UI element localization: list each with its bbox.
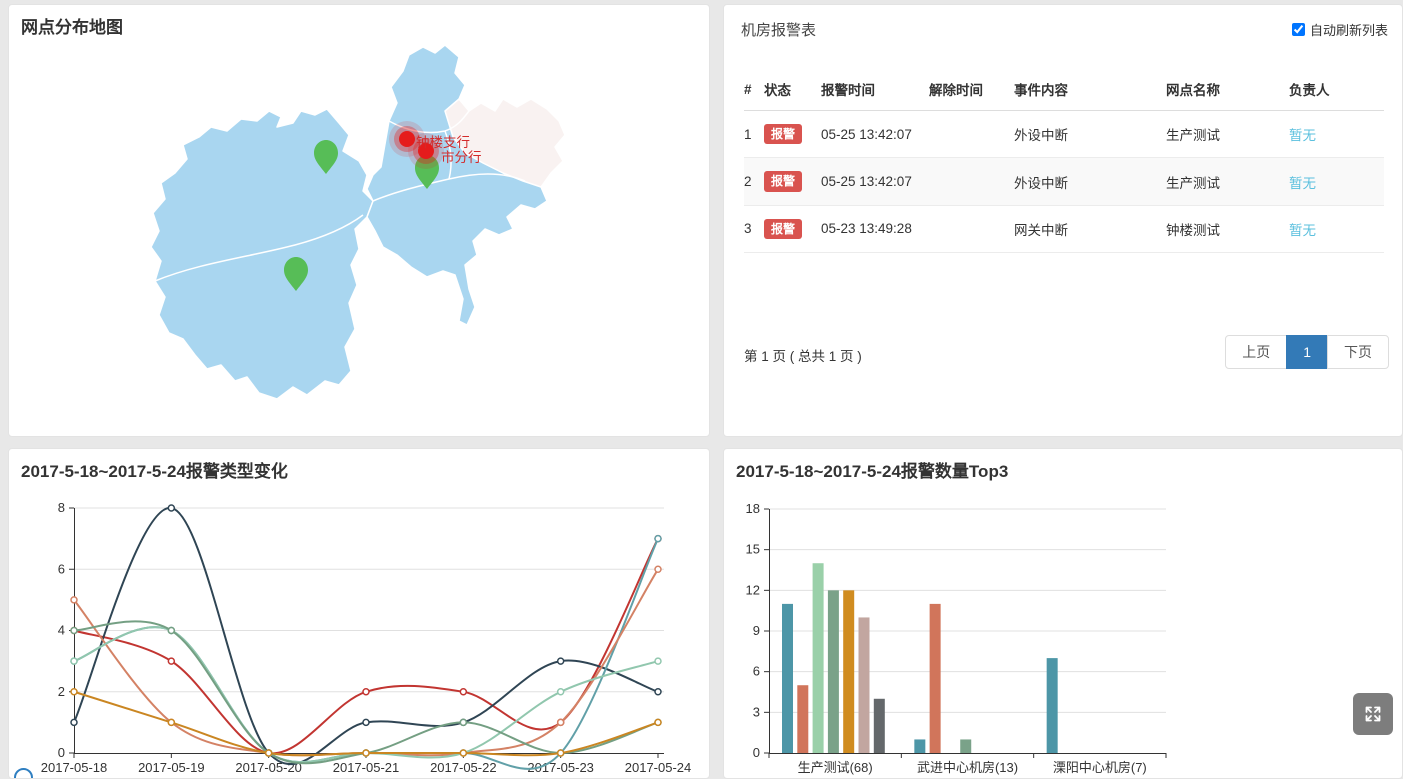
table-row: 3 报警 05-23 13:49:28 网关中断 钟楼测试 暂无: [744, 205, 1384, 252]
svg-text:3: 3: [753, 704, 760, 719]
col-header-alarm-time: 报警时间: [821, 65, 929, 111]
owner-link[interactable]: 暂无: [1289, 223, 1316, 238]
svg-text:2: 2: [58, 684, 65, 699]
auto-refresh-checkbox[interactable]: [1292, 23, 1305, 36]
svg-text:2017-05-18: 2017-05-18: [41, 760, 108, 775]
line-chart-title: 2017-5-18~2017-5-24报警类型变化: [21, 457, 288, 482]
alarm-table: # 状态 报警时间 解除时间 事件内容 网点名称 负责人 1 报警 05-25 …: [744, 65, 1384, 253]
cell-status: 报警: [764, 205, 821, 252]
col-header-clear-time: 解除时间: [929, 65, 1014, 111]
owner-link[interactable]: 暂无: [1289, 128, 1316, 143]
svg-text:6: 6: [58, 561, 65, 576]
alarm-count-top3-panel: 2017-5-18~2017-5-24报警数量Top3 0 3 6 9 12 15 18 生产…: [723, 448, 1403, 779]
auto-refresh-control: 自动刷新列表: [1292, 20, 1388, 39]
expand-icon: [1363, 704, 1383, 724]
pagination: 上页 1 下页: [1225, 335, 1389, 369]
alarm-type-line-chart[interactable]: 024682017-05-182017-05-192017-05-202017-…: [9, 494, 710, 779]
cell-num: 1: [744, 111, 764, 158]
cell-owner: 暂无: [1289, 158, 1384, 205]
svg-text:15: 15: [746, 542, 760, 557]
status-badge: 报警: [764, 219, 802, 239]
owner-link[interactable]: 暂无: [1289, 176, 1316, 191]
cell-owner: 暂无: [1289, 205, 1384, 252]
cell-clear-time: [929, 158, 1014, 205]
current-page-button[interactable]: 1: [1286, 335, 1328, 369]
svg-text:生产测试(68): 生产测试(68): [798, 760, 873, 775]
col-header-event: 事件内容: [1014, 65, 1166, 111]
cell-alarm-time: 05-25 13:42:07: [821, 111, 929, 158]
table-row: 1 报警 05-25 13:42:07 外设中断 生产测试 暂无: [744, 111, 1384, 158]
alarm-type-trend-panel: 2017-5-18~2017-5-24报警类型变化 0 2 4 6 8 2017-05-1…: [8, 448, 710, 779]
cell-event: 网关中断: [1014, 205, 1166, 252]
svg-text:18: 18: [746, 501, 760, 516]
cell-num: 3: [744, 205, 764, 252]
svg-text:12: 12: [746, 582, 760, 597]
cell-clear-time: [929, 111, 1014, 158]
auto-refresh-label[interactable]: 自动刷新列表: [1310, 20, 1388, 39]
cell-owner: 暂无: [1289, 111, 1384, 158]
prev-page-button[interactable]: 上页: [1225, 335, 1287, 369]
alarm-marker-label: 市分行: [441, 149, 482, 165]
map-panel-title: 网点分布地图: [21, 13, 123, 38]
alarm-count-bar-chart[interactable]: 0 3 6 9 12 15 18 生产测试(68) 武进中心机房(13) 溧阳中心机房(7): [724, 494, 1403, 779]
svg-text:武进中心机房(13): 武进中心机房(13): [917, 760, 1018, 775]
svg-text:2017-05-21: 2017-05-21: [333, 760, 400, 775]
network-distribution-map[interactable]: 钟楼支行 市分行: [9, 5, 710, 435]
pagination-summary: 第 1 页 ( 总共 1 页 ): [744, 345, 862, 365]
alarm-table-panel: 机房报警表 自动刷新列表 # 状态 报警时间 解除时间 事件内容 网点名称 负责…: [723, 4, 1403, 437]
cell-alarm-time: 05-23 13:49:28: [821, 205, 929, 252]
status-badge: 报警: [764, 124, 802, 144]
fullscreen-button[interactable]: [1353, 693, 1393, 735]
svg-text:2017-05-22: 2017-05-22: [430, 760, 497, 775]
svg-text:9: 9: [753, 623, 760, 638]
status-badge: 报警: [764, 171, 802, 191]
cell-event: 外设中断: [1014, 111, 1166, 158]
col-header-owner: 负责人: [1289, 65, 1384, 111]
bar-chart-title: 2017-5-18~2017-5-24报警数量Top3: [736, 457, 1008, 482]
next-page-button[interactable]: 下页: [1327, 335, 1389, 369]
cell-site: 生产测试: [1166, 111, 1289, 158]
svg-text:8: 8: [58, 500, 65, 515]
svg-text:0: 0: [58, 745, 65, 760]
table-row: 2 报警 05-25 13:42:07 外设中断 生产测试 暂无: [744, 158, 1384, 205]
cell-site: 生产测试: [1166, 158, 1289, 205]
svg-text:2017-05-19: 2017-05-19: [138, 760, 205, 775]
col-header-site: 网点名称: [1166, 65, 1289, 111]
network-map-panel: 网点分布地图: [8, 4, 710, 437]
map-region-west[interactable]: [151, 109, 373, 399]
svg-text:4: 4: [58, 623, 65, 638]
cell-num: 2: [744, 158, 764, 205]
svg-text:0: 0: [753, 745, 760, 760]
svg-text:2017-05-24: 2017-05-24: [625, 760, 692, 775]
alarm-marker-label: 钟楼支行: [416, 134, 470, 150]
svg-text:溧阳中心机房(7): 溧阳中心机房(7): [1053, 760, 1147, 775]
alarm-table-title: 机房报警表: [741, 19, 816, 40]
svg-text:6: 6: [753, 664, 760, 679]
cell-alarm-time: 05-25 13:42:07: [821, 158, 929, 205]
cell-status: 报警: [764, 111, 821, 158]
cell-event: 外设中断: [1014, 158, 1166, 205]
cell-status: 报警: [764, 158, 821, 205]
col-header-num: #: [744, 65, 764, 111]
cell-clear-time: [929, 205, 1014, 252]
cell-site: 钟楼测试: [1166, 205, 1289, 252]
table-header-row: # 状态 报警时间 解除时间 事件内容 网点名称 负责人: [744, 65, 1384, 111]
col-header-status: 状态: [764, 65, 821, 111]
